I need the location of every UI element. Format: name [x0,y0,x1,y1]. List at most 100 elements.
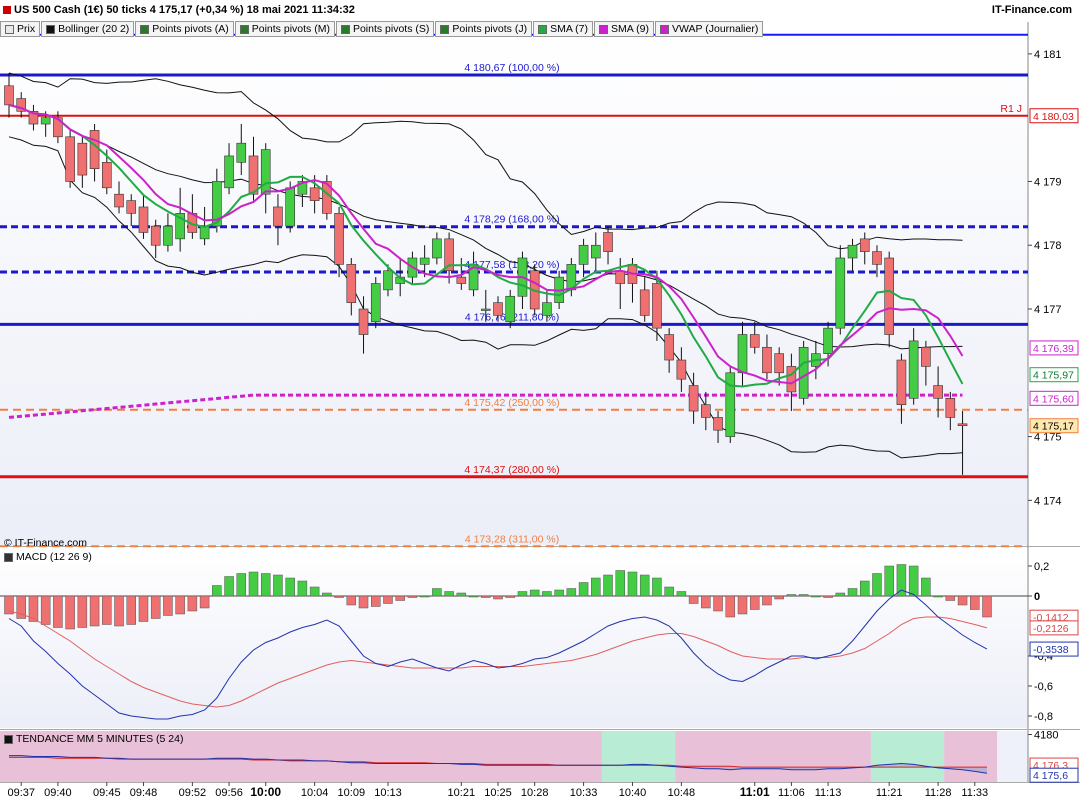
legend-item-0[interactable]: Prix [0,21,41,37]
macd-histogram-bar [395,595,405,601]
candle-body [358,308,369,335]
macd-histogram-bar [566,588,577,597]
macd-histogram-bar [383,595,393,604]
macd-histogram-bar [823,595,833,598]
x-tick-label: 11:06 [778,787,805,799]
macd-histogram-bar [749,595,760,610]
tendance-y-tick-label: 4180 [1034,730,1058,742]
macd-histogram-bar [970,595,980,610]
tendance-swatch-icon [4,734,13,744]
macd-histogram-bar [603,574,613,597]
price-y-tick-label: 4 179 [1034,176,1062,188]
x-tick-label: 10:48 [668,787,696,799]
candle-body [65,136,75,182]
tendance-badge-label: 4 175,6 [1033,770,1068,782]
tendance-label[interactable]: TENDANCE MM 5 MINUTES (5 24) [4,733,183,745]
macd-histogram-bar [260,573,271,597]
candle-body [370,283,381,323]
legend-item-5[interactable]: Points pivots (J) [435,21,533,37]
macd-histogram-bar [456,592,467,597]
x-tick-label: 09:40 [44,787,72,799]
candle-body [884,257,895,335]
legend-swatch-icon [440,24,450,34]
candle-body [908,340,919,399]
x-tick-label: 11:01 [740,785,770,799]
candle-body [334,213,344,265]
tendance-zone [944,731,998,782]
macd-label[interactable]: MACD (12 26 9) [4,551,92,563]
macd-histogram-bar [236,573,247,597]
price-y-tick-label: 4 178 [1034,240,1062,252]
legend-item-4[interactable]: Points pivots (S) [335,21,435,37]
legend-item-1[interactable]: Bollinger (20 2) [41,21,135,37]
x-tick-label: 10:13 [374,787,402,799]
candle-body [285,187,295,227]
legend-item-7[interactable]: SMA (9) [594,21,654,37]
x-tick-label: 09:56 [215,787,243,799]
price-badge-label: 4 175,17 [1033,421,1074,433]
candle-body [77,142,88,176]
pivot-line-label: 4 174,37 (280,00 %) [464,464,559,476]
macd-histogram-bar [505,595,515,598]
x-tick-label: 09:37 [7,787,35,799]
legend-swatch-icon [239,24,249,34]
macd-histogram-bar [163,595,173,616]
legend-item-3[interactable]: Points pivots (M) [234,21,335,37]
x-tick-label: 11:33 [961,787,988,799]
macd-histogram-bar [358,595,369,609]
candle-body [4,85,14,106]
candle-body [224,155,234,189]
macd-histogram-bar [835,592,846,597]
candle-body [248,155,259,195]
macd-histogram-bar [102,595,112,625]
legend-item-6[interactable]: SMA (7) [533,21,594,37]
macd-histogram-bar [578,582,589,597]
price-y-tick-label: 4 175 [1034,432,1062,444]
macd-histogram-bar [150,595,161,619]
tendance-zone [675,731,871,782]
x-tick-label: 10:25 [484,787,512,799]
candle-body [40,117,51,125]
x-tick-label: 10:33 [570,787,598,799]
macd-y-tick-label: 0 [1034,591,1040,603]
macd-y-tick-label: 0,2 [1034,561,1049,573]
legend-item-8[interactable]: VWAP (Journalier) [654,21,764,37]
pivot-line-label: 4 180,67 (100,00 %) [464,62,559,74]
candle-body [590,244,601,259]
pivot-line-label: 4 178,29 (168,00 %) [464,214,559,226]
macd-histogram-bar [529,589,540,597]
candle-body [163,225,173,246]
macd-histogram-bar [921,577,931,597]
price-badge-label: 4 175,97 [1033,370,1074,382]
macd-histogram-bar [652,577,662,597]
macd-histogram-bar [187,595,198,612]
legend-label: Prix [17,23,36,35]
macd-histogram-bar [322,592,332,597]
macd-histogram-bar [627,571,638,597]
legend-swatch-icon [538,24,548,34]
x-tick-label: 10:00 [250,785,281,799]
legend-label: SMA (7) [550,23,589,35]
macd-histogram-bar [517,591,528,597]
candle-body [236,142,247,163]
flag-icon [3,6,11,14]
candle-body [749,334,760,348]
macd-histogram-bar [481,595,491,598]
candle-body [102,162,112,189]
macd-histogram-bar [701,595,711,609]
x-tick-label: 10:04 [301,787,329,799]
candle-body [701,404,711,418]
candle-body [114,193,124,208]
legend-item-2[interactable]: Points pivots (A) [135,21,234,37]
macd-histogram-bar [309,586,320,597]
legend-label: Points pivots (S) [352,23,430,35]
macd-histogram-bar [297,580,308,597]
macd-histogram-bar [872,573,882,597]
macd-histogram-bar [774,595,784,600]
pivot-line-label: 4 175,42 (250,00 %) [464,397,559,409]
x-tick-label: 10:28 [521,787,549,799]
macd-histogram-bar [664,586,674,597]
brand-link[interactable]: IT-Finance.com [992,4,1072,16]
legend-label: Points pivots (M) [251,23,330,35]
price-badge-label: 4 180,03 [1033,111,1074,123]
